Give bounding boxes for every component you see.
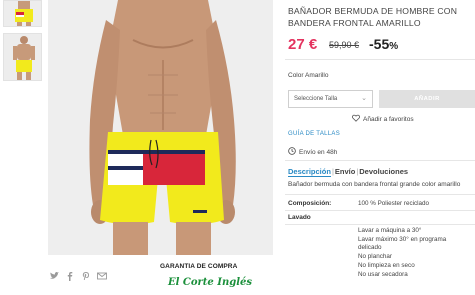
divider xyxy=(285,194,475,195)
size-guide-link[interactable]: GUÍA DE TALLAS xyxy=(288,131,340,137)
care-item: No limpieza en seco xyxy=(358,261,415,269)
divider xyxy=(285,59,475,60)
delivery-info: Envío en 48h xyxy=(288,147,337,157)
composition-label: Composición: xyxy=(288,200,332,207)
care-item: No usar secadora xyxy=(358,270,408,278)
size-select-value: Seleccione Talla xyxy=(294,96,338,102)
color-label: Color Amarillo xyxy=(288,72,329,79)
care-item: No planchar xyxy=(358,253,392,261)
delivery-label: Envío en 48h xyxy=(299,148,338,156)
product-title: BAÑADOR BERMUDA DE HOMBRE CON BANDERA FR… xyxy=(288,6,458,28)
facebook-icon[interactable] xyxy=(65,271,75,281)
tab-separator: | xyxy=(356,167,359,176)
heart-icon xyxy=(352,114,360,124)
share-icons xyxy=(49,271,107,281)
discount-value: -55 xyxy=(369,36,390,52)
tab-returns[interactable]: Devoluciones xyxy=(359,167,408,176)
clock-icon xyxy=(288,147,296,157)
care-label: Lavado xyxy=(288,214,311,221)
tab-separator: | xyxy=(331,167,334,176)
product-main-image[interactable] xyxy=(48,0,273,255)
composition-value: 100 % Poliester reciclado xyxy=(358,200,430,207)
favorites-label: Añadir a favoritos xyxy=(363,115,414,123)
guarantee-label: GARANTIA DE COMPRA xyxy=(160,263,238,270)
care-item: Lavar a máquina a 30° xyxy=(358,227,422,234)
tab-shipping[interactable]: Envío xyxy=(335,167,355,176)
discount-unit: % xyxy=(389,41,399,52)
thumbnail-2[interactable] xyxy=(3,33,42,81)
thumbnail-1[interactable] xyxy=(3,0,42,27)
product-description: Bañador bermuda con bandera frontal gran… xyxy=(288,181,461,188)
tab-description[interactable]: Descripción xyxy=(288,167,331,177)
add-to-cart-button[interactable]: AÑADIR xyxy=(379,90,475,108)
divider xyxy=(285,224,475,225)
twitter-icon[interactable] xyxy=(49,271,59,281)
divider xyxy=(285,160,475,161)
care-item: delicado xyxy=(358,244,382,252)
old-price: 59,90 € xyxy=(329,40,360,50)
store-logo: El Corte Inglés xyxy=(168,277,252,288)
info-tabs: Descripción|Envío|Devoluciones xyxy=(288,167,408,177)
email-icon[interactable] xyxy=(97,271,107,281)
add-to-favorites-link[interactable]: Añadir a favoritos xyxy=(352,114,414,124)
pinterest-icon[interactable] xyxy=(81,271,91,281)
care-list: Lavar a máquina a 30° Lavar máximo 30° e… xyxy=(358,227,446,279)
size-select[interactable]: Seleccione Talla ⌄ xyxy=(288,90,373,108)
divider xyxy=(285,210,475,211)
discount-badge: -55% xyxy=(369,36,398,52)
care-item: Lavar máximo 30° en programa xyxy=(358,235,447,243)
current-price: 27 € xyxy=(288,36,318,53)
chevron-down-icon: ⌄ xyxy=(361,95,367,102)
